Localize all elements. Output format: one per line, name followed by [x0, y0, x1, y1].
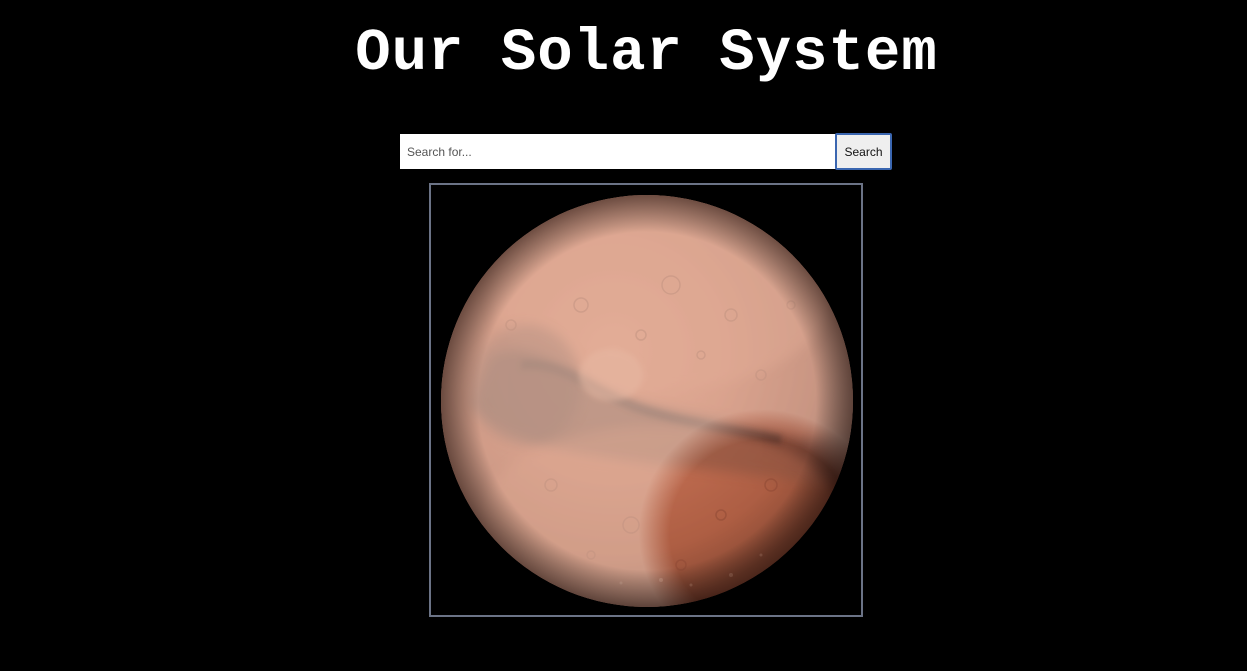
- mars-image: [441, 195, 853, 607]
- search-input[interactable]: [400, 134, 836, 169]
- search-button[interactable]: Search: [835, 133, 892, 170]
- page-title: Our Solar System: [355, 20, 938, 87]
- page: Our Solar System Search: [0, 0, 1247, 671]
- search-bar: Search: [400, 133, 893, 170]
- planet-image-frame: [429, 183, 863, 617]
